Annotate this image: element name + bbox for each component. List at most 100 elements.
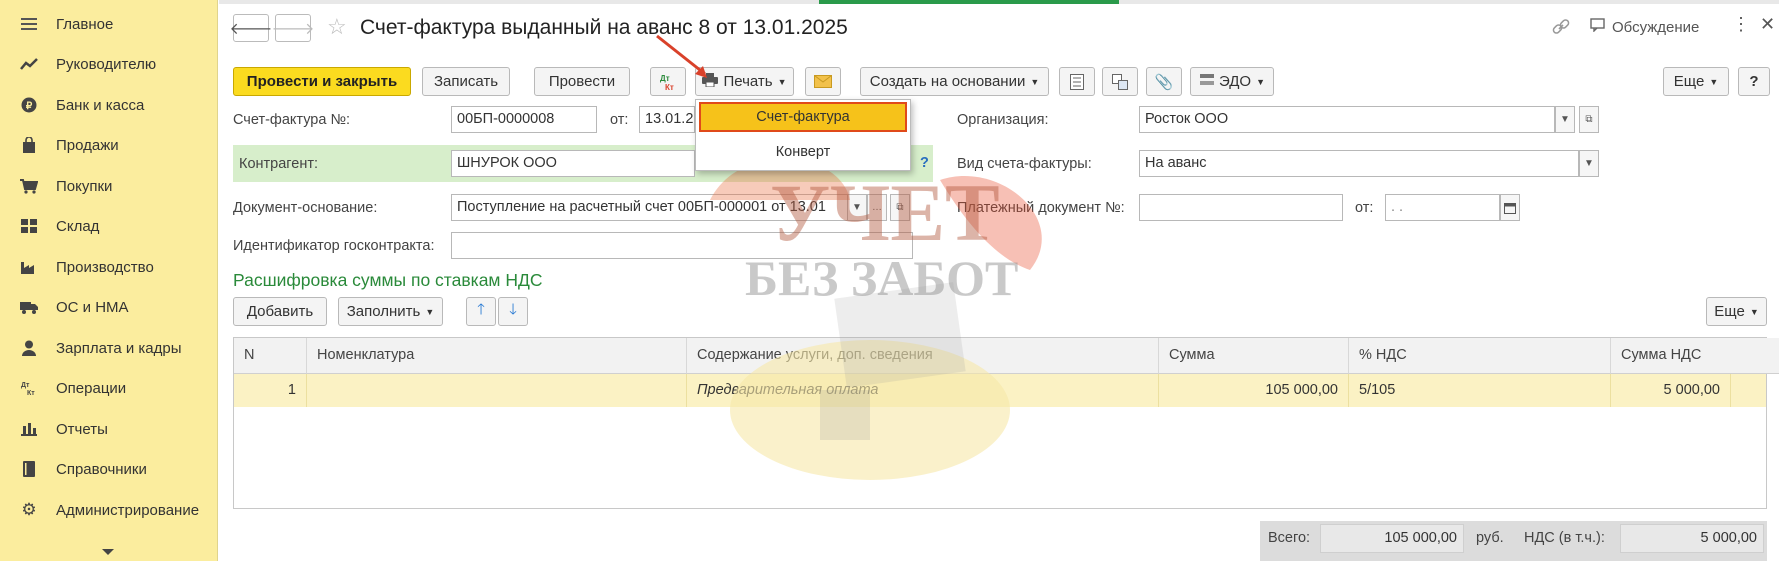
structure-button[interactable]: [1102, 67, 1138, 96]
post-and-close-button[interactable]: Провести и закрыть: [233, 67, 411, 96]
menu-item-envelope[interactable]: Конверт: [696, 136, 910, 168]
table-cell-vat-rate[interactable]: 5/105: [1349, 374, 1611, 407]
column-header[interactable]: N: [234, 338, 307, 374]
create-based-on-button[interactable]: Создать на основании ▼: [860, 67, 1049, 96]
active-tab-indicator: [819, 0, 1119, 4]
back-button[interactable]: 🡐: [230, 14, 272, 42]
close-icon[interactable]: ✕: [1760, 14, 1775, 35]
post-button[interactable]: Провести: [534, 67, 630, 96]
column-header[interactable]: % НДС: [1349, 338, 1611, 374]
print-label: Печать: [723, 73, 773, 90]
chevron-down-icon[interactable]: [102, 549, 114, 555]
table-more-button[interactable]: Еще ▼: [1706, 297, 1767, 326]
column-header[interactable]: Содержание услуги, доп. сведения: [687, 338, 1159, 374]
invoice-kind-field[interactable]: На аванс: [1139, 150, 1579, 177]
sidebar-item-purchases[interactable]: Покупки: [0, 166, 218, 206]
payment-date-field[interactable]: . .: [1385, 194, 1500, 221]
dt-kt-icon: ДтКт: [20, 380, 38, 396]
save-button[interactable]: Записать: [422, 67, 510, 96]
arrow-down-icon: 🡓: [509, 301, 517, 318]
table-cell-vat-sum[interactable]: 5 000,00: [1611, 374, 1731, 407]
sidebar-item-admin[interactable]: ⚙ Администрирование: [0, 490, 218, 530]
arrow-up-icon: 🡑: [477, 301, 485, 318]
chevron-down-icon[interactable]: ▼: [1555, 106, 1575, 133]
vat-total-value: 5 000,00: [1620, 524, 1764, 553]
journal-button[interactable]: [1059, 67, 1095, 96]
more-label: Еще: [1673, 73, 1705, 90]
factory-icon: [20, 259, 38, 275]
calendar-icon[interactable]: [1500, 194, 1520, 221]
truck-icon: [20, 299, 38, 315]
email-button[interactable]: [805, 67, 841, 96]
payment-date-label: от:: [1355, 200, 1374, 216]
move-down-button[interactable]: 🡓: [498, 297, 528, 326]
sidebar-item-label: Продажи: [56, 136, 119, 154]
add-button[interactable]: Добавить: [233, 297, 327, 326]
star-icon[interactable]: ☆: [327, 14, 347, 40]
annotation-arrow: [656, 34, 707, 78]
sidebar-item-sales[interactable]: Продажи: [0, 125, 218, 165]
sidebar-item-warehouse[interactable]: Склад: [0, 206, 218, 246]
sidebar-item-reports[interactable]: Отчеты: [0, 409, 218, 449]
select-ellipsis-button[interactable]: …: [867, 194, 887, 221]
more-button[interactable]: Еще ▼: [1663, 67, 1729, 96]
bar-chart-icon: [20, 421, 38, 437]
gear-icon: ⚙: [21, 500, 37, 519]
chevron-down-icon: ▼: [777, 76, 787, 87]
table-cell-nomenclature[interactable]: [307, 374, 687, 407]
table-cell-spacer: [1731, 374, 1766, 407]
payment-document-field[interactable]: [1139, 194, 1343, 221]
column-header-spacer: [1731, 338, 1768, 374]
menu-item-invoice[interactable]: Счет-фактура: [699, 102, 907, 132]
gov-contract-field[interactable]: [451, 232, 913, 259]
invoice-no-field[interactable]: 00БП-0000008: [451, 106, 597, 133]
open-icon[interactable]: ⧉: [1579, 106, 1599, 133]
sidebar-item-bank[interactable]: ₽ Банк и касса: [0, 85, 218, 125]
discussion-label: Обсуждение: [1612, 18, 1700, 36]
paperclip-icon: 📎: [1154, 73, 1174, 91]
help-icon[interactable]: ?: [920, 155, 929, 171]
invoice-kind-label: Вид счета-фактуры:: [957, 156, 1092, 172]
fill-button[interactable]: Заполнить ▼: [338, 297, 443, 326]
more-vertical-icon[interactable]: ⋮: [1732, 14, 1750, 35]
discussion-button[interactable]: Обсуждение: [1590, 18, 1699, 36]
sidebar-item-directories[interactable]: Справочники: [0, 449, 218, 489]
edo-button[interactable]: ЭДО ▼: [1190, 67, 1274, 96]
link-icon[interactable]: [1552, 18, 1570, 40]
arrow-right-icon: 🡒: [271, 20, 315, 38]
column-header[interactable]: Номенклатура: [307, 338, 687, 374]
sidebar: Главное Руководителю ₽ Банк и касса Прод…: [0, 0, 218, 561]
total-value: 105 000,00: [1320, 524, 1464, 553]
sidebar-item-operations[interactable]: Дт Кт Операции: [0, 368, 218, 408]
sidebar-item-salary[interactable]: Зарплата и кадры: [0, 328, 218, 368]
sidebar-item-label: Склад: [56, 217, 100, 235]
sidebar-item-production[interactable]: Производство: [0, 247, 218, 287]
invoice-date-field[interactable]: 13.01.2: [639, 106, 695, 133]
table-cell-sum[interactable]: 105 000,00: [1159, 374, 1349, 407]
help-button[interactable]: ?: [1738, 67, 1770, 96]
sidebar-item-manager[interactable]: Руководителю: [0, 44, 218, 84]
cart-icon: [20, 178, 38, 194]
contractor-field[interactable]: ШНУРОК ООО: [451, 150, 695, 177]
sidebar-item-assets[interactable]: ОС и НМА: [0, 287, 218, 327]
person-icon: [20, 340, 38, 356]
edo-label: ЭДО: [1218, 73, 1252, 90]
vat-table: N Номенклатура Содержание услуги, доп. с…: [233, 337, 1779, 509]
invoice-no-label: Счет-фактура №:: [233, 112, 351, 128]
sidebar-item-label: Зарплата и кадры: [56, 339, 182, 357]
sidebar-item-main[interactable]: Главное: [0, 4, 218, 44]
chevron-down-icon[interactable]: ▼: [847, 194, 867, 221]
table-cell-content[interactable]: Предварительная оплата: [687, 374, 1159, 407]
payment-document-label: Платежный документ №:: [957, 200, 1125, 216]
sidebar-item-label: Отчеты: [56, 420, 108, 438]
organization-field[interactable]: Росток ООО: [1139, 106, 1555, 133]
table-cell-n[interactable]: 1: [234, 374, 307, 407]
column-header[interactable]: Сумма: [1159, 338, 1349, 374]
move-up-button[interactable]: 🡑: [466, 297, 496, 326]
open-icon[interactable]: ⧉: [890, 194, 910, 221]
basis-document-field[interactable]: Поступление на расчетный счет 00БП-00000…: [451, 194, 863, 221]
attach-button[interactable]: 📎: [1146, 67, 1182, 96]
forward-button[interactable]: 🡒: [272, 14, 314, 42]
invoice-date-label: от:: [610, 112, 629, 128]
chevron-down-icon[interactable]: ▼: [1579, 150, 1599, 177]
